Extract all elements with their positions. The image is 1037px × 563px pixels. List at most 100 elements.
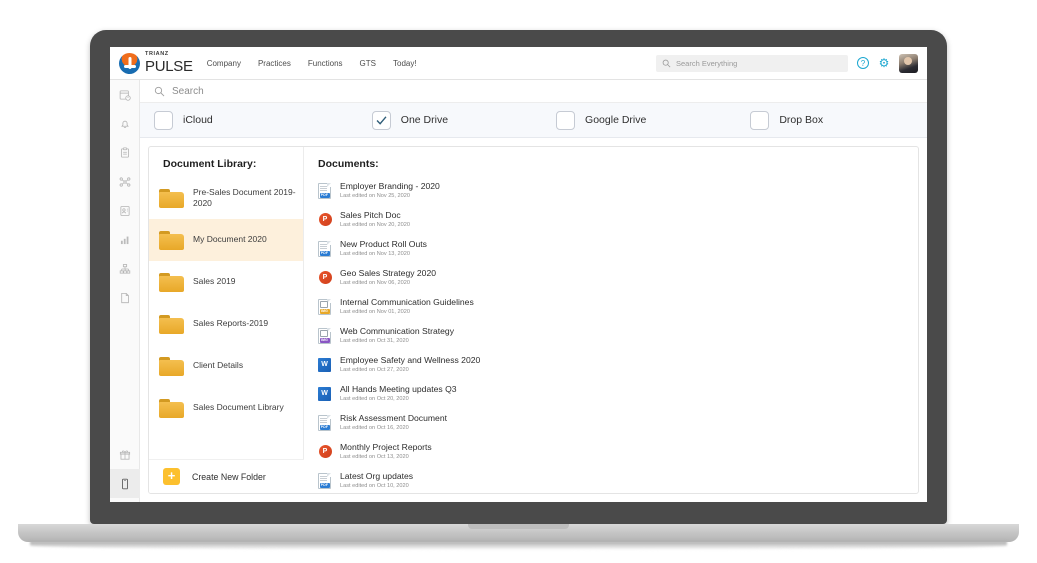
document-name: Risk Assessment Document bbox=[340, 412, 447, 423]
source-filter-googledrive[interactable]: Google Drive bbox=[556, 110, 647, 130]
document-icon bbox=[121, 292, 129, 303]
document-subtitle: Last edited on Nov 13, 2020 bbox=[340, 251, 410, 258]
folder-row[interactable]: My Document 2020 bbox=[149, 219, 303, 261]
document-subtitle: Last edited on Oct 31, 2020 bbox=[340, 338, 409, 345]
plus-icon: + bbox=[163, 468, 180, 485]
library-search-placeholder: Search bbox=[172, 85, 204, 97]
left-rail bbox=[110, 80, 140, 502]
document-row[interactable]: P Monthly Project Reports Last edited on… bbox=[304, 437, 918, 466]
checkbox-googledrive[interactable] bbox=[556, 110, 576, 130]
rail-item-calendar-clock[interactable] bbox=[110, 80, 140, 109]
folder-label: Pre-Sales Document 2019-2020 bbox=[193, 186, 296, 208]
bar-chart-icon bbox=[120, 236, 129, 244]
rail-item-analytics[interactable] bbox=[110, 225, 140, 254]
document-name: Employee Safety and Wellness 2020 bbox=[340, 354, 481, 365]
document-meta: New Product Roll Outs Last edited on Nov… bbox=[340, 239, 427, 258]
rail-item-gift[interactable] bbox=[110, 440, 140, 469]
folder-label: Client Details bbox=[193, 360, 244, 371]
document-meta: Web Communication Strategy Last edited o… bbox=[340, 326, 454, 345]
rail-item-clipboard[interactable] bbox=[110, 138, 140, 167]
trianz-logo-icon bbox=[119, 52, 140, 74]
document-name: Geo Sales Strategy 2020 bbox=[340, 267, 437, 278]
document-row[interactable]: W All Hands Meeting updates Q3 Last edit… bbox=[304, 379, 918, 408]
document-meta: Sales Pitch Doc Last edited on Nov 20, 2… bbox=[340, 210, 410, 228]
laptop-mockup: TRIANZ PULSE Company Practices Functions… bbox=[0, 0, 1037, 563]
folder-icon bbox=[159, 398, 184, 418]
checkbox-onedrive[interactable] bbox=[371, 110, 391, 130]
help-icon[interactable]: ? bbox=[857, 57, 869, 69]
nav-item-practices[interactable]: Practices bbox=[258, 59, 291, 68]
document-row[interactable]: PDF New Product Roll Outs Last edited on… bbox=[304, 234, 918, 263]
folder-row[interactable]: Client Details bbox=[149, 345, 303, 387]
nav-item-today[interactable]: Today! bbox=[393, 59, 417, 68]
folder-label: My Document 2020 bbox=[193, 234, 267, 245]
rail-bottom-group bbox=[110, 440, 140, 498]
rail-item-documents[interactable] bbox=[110, 283, 140, 312]
document-row[interactable]: P Geo Sales Strategy 2020 Last edited on… bbox=[304, 263, 918, 292]
image-file-icon: IMG bbox=[318, 327, 331, 344]
brand-pulse-text: PULSE bbox=[145, 57, 193, 75]
library-search-bar[interactable]: Search bbox=[140, 80, 927, 103]
pdf-file-icon: PDF bbox=[318, 414, 331, 431]
document-meta: Employee Safety and Wellness 2020 Last e… bbox=[340, 354, 481, 373]
create-new-folder-label: Create New Folder bbox=[192, 471, 266, 482]
rail-item-share-network[interactable] bbox=[110, 167, 140, 196]
document-name: Employer Branding - 2020 bbox=[340, 180, 440, 191]
document-row[interactable]: IMG Web Communication Strategy Last edit… bbox=[304, 321, 918, 350]
source-label-onedrive: One Drive bbox=[400, 114, 449, 126]
library-panels: Document Library: Pre-Sales Document 201… bbox=[148, 146, 919, 494]
folder-label: Sales Document Library bbox=[193, 402, 284, 413]
nav-item-functions[interactable]: Functions bbox=[308, 59, 343, 68]
folder-row[interactable]: Sales Reports-2019 bbox=[149, 303, 303, 345]
org-chart-icon bbox=[119, 263, 131, 274]
source-label-googledrive: Google Drive bbox=[585, 114, 647, 126]
document-meta: Monthly Project Reports Last edited on O… bbox=[340, 442, 432, 460]
document-library-panel: Document Library: Pre-Sales Document 201… bbox=[149, 147, 304, 493]
checkbox-icloud[interactable] bbox=[154, 110, 173, 130]
brand-logo[interactable]: TRIANZ PULSE bbox=[119, 52, 193, 74]
gift-icon bbox=[119, 450, 131, 460]
source-filter-icloud[interactable]: iCloud bbox=[154, 110, 213, 130]
library-title: Document Library: bbox=[163, 158, 257, 170]
document-row[interactable]: P Sales Pitch Doc Last edited on Nov 20,… bbox=[304, 205, 918, 234]
document-meta: Risk Assessment Document Last edited on … bbox=[340, 412, 447, 431]
source-label-icloud: iCloud bbox=[183, 114, 213, 126]
avatar[interactable] bbox=[899, 53, 918, 73]
source-filter-onedrive[interactable]: One Drive bbox=[371, 110, 449, 130]
folder-icon bbox=[159, 314, 184, 334]
document-name: All Hands Meeting updates Q3 bbox=[340, 383, 457, 394]
global-search-placeholder: Search Everything bbox=[676, 58, 738, 68]
source-label-dropbox: Drop Box bbox=[779, 114, 824, 126]
document-subtitle: Last edited on Nov 06, 2020 bbox=[340, 280, 410, 287]
folder-row[interactable]: Sales 2019 bbox=[149, 261, 303, 303]
document-row[interactable]: PDF Latest Org updates Last edited on Oc… bbox=[304, 466, 918, 493]
powerpoint-file-icon: P bbox=[318, 444, 332, 460]
document-name: Latest Org updates bbox=[340, 470, 414, 481]
folder-icon bbox=[159, 230, 184, 250]
source-filter-dropbox[interactable]: Drop Box bbox=[750, 110, 824, 130]
app-header: TRIANZ PULSE Company Practices Functions… bbox=[110, 47, 927, 80]
powerpoint-file-icon: P bbox=[318, 212, 332, 228]
document-row[interactable]: PDF Employer Branding - 2020 Last edited… bbox=[304, 176, 918, 205]
rail-item-contact-card[interactable] bbox=[110, 196, 140, 225]
nav-item-gts[interactable]: GTS bbox=[360, 59, 376, 68]
rail-item-notifications[interactable] bbox=[110, 109, 140, 138]
checkbox-dropbox[interactable] bbox=[750, 110, 770, 130]
create-new-folder-button[interactable]: + Create New Folder bbox=[149, 459, 304, 493]
calendar-clock-icon bbox=[119, 89, 131, 101]
nav-item-company[interactable]: Company bbox=[207, 59, 241, 68]
word-file-icon: W bbox=[318, 357, 331, 373]
share-network-icon bbox=[119, 176, 131, 187]
document-row[interactable]: IMG Internal Communication Guidelines La… bbox=[304, 292, 918, 321]
gear-icon[interactable]: ⚙ bbox=[878, 57, 890, 69]
rail-item-org-chart[interactable] bbox=[110, 254, 140, 283]
document-row[interactable]: W Employee Safety and Wellness 2020 Last… bbox=[304, 350, 918, 379]
global-search-input[interactable]: Search Everything bbox=[656, 54, 848, 72]
folder-row[interactable]: Sales Document Library bbox=[149, 387, 303, 429]
folder-row[interactable]: Pre-Sales Document 2019-2020 bbox=[149, 177, 303, 219]
cloud-source-filters: iCloud One Drive Google Drive Drop Box bbox=[140, 103, 927, 138]
main-nav: Company Practices Functions GTS Today! bbox=[207, 59, 417, 68]
document-meta: Internal Communication Guidelines Last e… bbox=[340, 297, 474, 315]
rail-item-mobile[interactable] bbox=[110, 469, 140, 498]
document-row[interactable]: PDF Risk Assessment Document Last edited… bbox=[304, 408, 918, 437]
